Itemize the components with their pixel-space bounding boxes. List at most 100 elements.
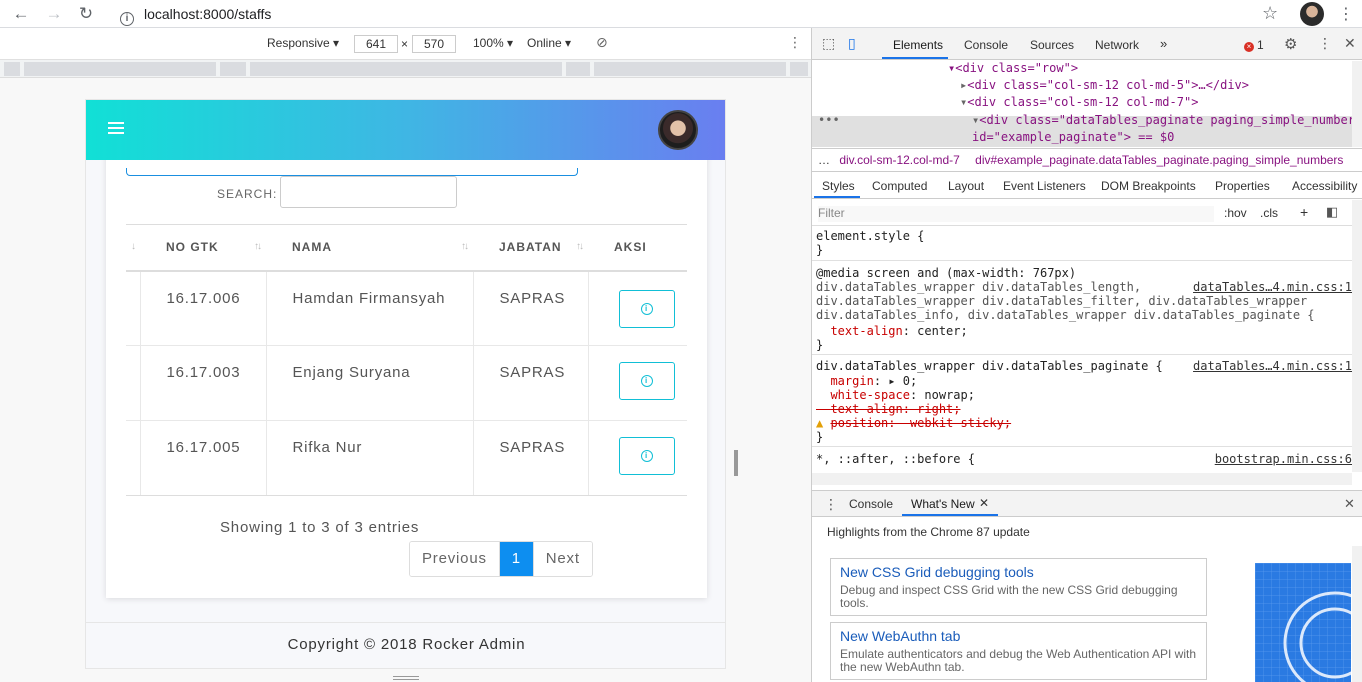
- settings-gear-icon[interactable]: ⚙: [1284, 35, 1297, 53]
- whats-new-panel: Highlights from the Chrome 87 update New…: [812, 518, 1362, 682]
- back-icon[interactable]: ←: [10, 4, 32, 24]
- column-header-no-gtk[interactable]: NO GTK ↑↓: [140, 224, 266, 272]
- css-value: position: -webkit-sticky;: [830, 416, 1012, 430]
- inspect-element-icon[interactable]: ⬚: [822, 35, 835, 52]
- toggle-sidebar-icon[interactable]: ◧: [1326, 204, 1338, 220]
- breadcrumb-item[interactable]: div#example_paginate.dataTables_paginate…: [975, 153, 1343, 167]
- rule-selector[interactable]: *, ::after, ::before {: [816, 452, 975, 466]
- close-tab-icon[interactable]: ✕: [979, 496, 989, 510]
- footer-copyright: Copyright © 2018 Rocker Admin: [86, 622, 725, 668]
- detail-button[interactable]: i: [618, 289, 675, 328]
- drawer-tab-bar: ⋮ Console What's New ✕ ✕: [812, 490, 1362, 517]
- drawer-tab-console[interactable]: Console: [849, 497, 893, 511]
- column-label: JABATAN: [499, 240, 562, 255]
- rotate-icon[interactable]: ⊘: [596, 34, 608, 51]
- tab-elements[interactable]: Elements: [893, 38, 943, 52]
- tab-computed[interactable]: Computed: [872, 179, 927, 193]
- whats-new-item[interactable]: New CSS Grid debugging tools Debug and i…: [830, 558, 1207, 616]
- hamburger-menu-icon[interactable]: [108, 122, 124, 136]
- drawer-tab-whats-new[interactable]: What's New: [911, 497, 975, 511]
- media-query-bar[interactable]: [0, 60, 811, 78]
- devtools-menu-icon[interactable]: ⋮: [1318, 35, 1332, 52]
- hover-state-toggle[interactable]: :hov: [1224, 206, 1247, 220]
- tab-styles[interactable]: Styles: [822, 179, 855, 193]
- width-input[interactable]: 641: [354, 35, 398, 53]
- column-header-jabatan[interactable]: JABATAN ↑↓: [473, 224, 588, 272]
- previous-button[interactable]: Previous: [410, 542, 500, 576]
- address-bar[interactable]: i localhost:8000/staffs: [112, 3, 1292, 26]
- dom-line[interactable]: ▾<div class="col-sm-12 col-md-7">: [960, 95, 1198, 109]
- rule-selector[interactable]: div.dataTables_wrapper div.dataTables_fi…: [816, 294, 1307, 308]
- dom-line[interactable]: ▸<div class="col-sm-12 col-md-5">…</div>: [960, 78, 1249, 92]
- detail-button[interactable]: i: [618, 437, 675, 475]
- network-throttle-select[interactable]: Online ▾: [527, 36, 571, 50]
- detail-button[interactable]: i: [618, 362, 675, 400]
- page-1-button[interactable]: 1: [499, 542, 534, 576]
- whats-new-item[interactable]: New WebAuthn tab Emulate authenticators …: [830, 622, 1207, 680]
- styles-scrollbar[interactable]: [1352, 200, 1362, 472]
- css-declaration[interactable]: white-space: nowrap;: [816, 388, 975, 402]
- column-header-hidden[interactable]: ↓: [126, 224, 140, 272]
- viewport-resize-handle-bottom[interactable]: [393, 676, 419, 680]
- no-gtk-cell: 16.17.005: [139, 420, 266, 496]
- profile-avatar[interactable]: [1300, 2, 1324, 26]
- nama-cell: Enjang Suryana: [265, 345, 473, 421]
- dom-line-selected[interactable]: ▾<div class="dataTables_paginate paging_…: [972, 113, 1352, 127]
- forward-icon[interactable]: →: [43, 4, 65, 24]
- next-button[interactable]: Next: [533, 542, 592, 576]
- close-drawer-icon[interactable]: ✕: [1344, 496, 1355, 512]
- table-row: 16.17.005 Rifka Nur SAPRAS i: [126, 420, 687, 496]
- column-label: AKSI: [614, 240, 647, 255]
- viewport-resize-handle-right[interactable]: [734, 450, 738, 476]
- drawer-menu-icon[interactable]: ⋮: [824, 496, 838, 513]
- close-devtools-icon[interactable]: ✕: [1344, 35, 1356, 52]
- height-input[interactable]: 570: [412, 35, 456, 53]
- browser-menu-icon[interactable]: ⋮: [1338, 4, 1354, 24]
- device-mode-select[interactable]: Responsive ▾: [267, 36, 339, 50]
- tab-console[interactable]: Console: [964, 38, 1008, 52]
- drawer-scrollbar[interactable]: [1352, 546, 1362, 682]
- zoom-select[interactable]: 100% ▾: [473, 36, 513, 50]
- tab-accessibility[interactable]: Accessibility: [1292, 179, 1357, 193]
- styles-h-scrollbar[interactable]: [812, 473, 1352, 485]
- rule-source-link[interactable]: dataTables…4.min.css:1: [1193, 280, 1352, 294]
- tab-layout[interactable]: Layout: [948, 179, 984, 193]
- column-header-nama[interactable]: NAMA ↑↓: [266, 224, 473, 272]
- css-declaration[interactable]: text-align: center;: [816, 324, 968, 338]
- dom-ellipsis-icon[interactable]: •••: [818, 113, 840, 127]
- device-toolbar-menu-icon[interactable]: ⋮: [788, 34, 802, 51]
- user-avatar[interactable]: [658, 110, 698, 150]
- reload-icon[interactable]: ↻: [75, 4, 97, 24]
- error-badge[interactable]: × 1: [1244, 38, 1264, 52]
- rule-source-link[interactable]: bootstrap.min.css:6: [1215, 452, 1352, 466]
- dom-scrollbar[interactable]: [1352, 61, 1362, 147]
- device-toggle-icon[interactable]: ▯: [848, 35, 856, 52]
- search-input[interactable]: [280, 176, 457, 208]
- more-tabs-icon[interactable]: »: [1160, 36, 1167, 51]
- breadcrumb-item[interactable]: div.col-sm-12.col-md-7: [839, 153, 959, 167]
- tab-network[interactable]: Network: [1095, 38, 1139, 52]
- tab-dom-breakpoints[interactable]: DOM Breakpoints: [1101, 179, 1196, 193]
- css-declaration-overridden[interactable]: text-align: right;: [816, 402, 960, 416]
- styles-filter-input[interactable]: Filter: [818, 206, 1214, 222]
- css-declaration[interactable]: margin: ▸ 0;: [816, 374, 917, 388]
- tab-properties[interactable]: Properties: [1215, 179, 1270, 193]
- dom-line[interactable]: ▾<div class="row">: [948, 61, 1078, 75]
- css-value: center;: [917, 324, 968, 338]
- info-icon: i: [640, 450, 653, 463]
- site-info-icon[interactable]: i: [120, 12, 134, 26]
- class-toggle[interactable]: .cls: [1260, 206, 1278, 220]
- css-declaration-invalid[interactable]: ▲ position: -webkit-sticky;: [816, 416, 1011, 430]
- bookmark-star-icon[interactable]: ☆: [1262, 3, 1278, 24]
- rule-selector[interactable]: div.dataTables_wrapper div.dataTables_pa…: [816, 359, 1163, 373]
- rule-source-link[interactable]: dataTables…4.min.css:1: [1193, 359, 1352, 373]
- tab-event-listeners[interactable]: Event Listeners: [1003, 179, 1086, 193]
- dom-tree: ▾<div class="row"> ▸<div class="col-sm-1…: [812, 61, 1352, 147]
- chrome-update-illustration: [1255, 563, 1351, 682]
- new-rule-icon[interactable]: +: [1300, 204, 1308, 220]
- rule-selector[interactable]: div.dataTables_info, div.dataTables_wrap…: [816, 308, 1315, 322]
- element-style-rule[interactable]: element.style {: [816, 229, 924, 243]
- breadcrumb-overflow[interactable]: …: [818, 153, 830, 167]
- rule-selector[interactable]: div.dataTables_wrapper div.dataTables_le…: [816, 280, 1141, 294]
- tab-sources[interactable]: Sources: [1030, 38, 1074, 52]
